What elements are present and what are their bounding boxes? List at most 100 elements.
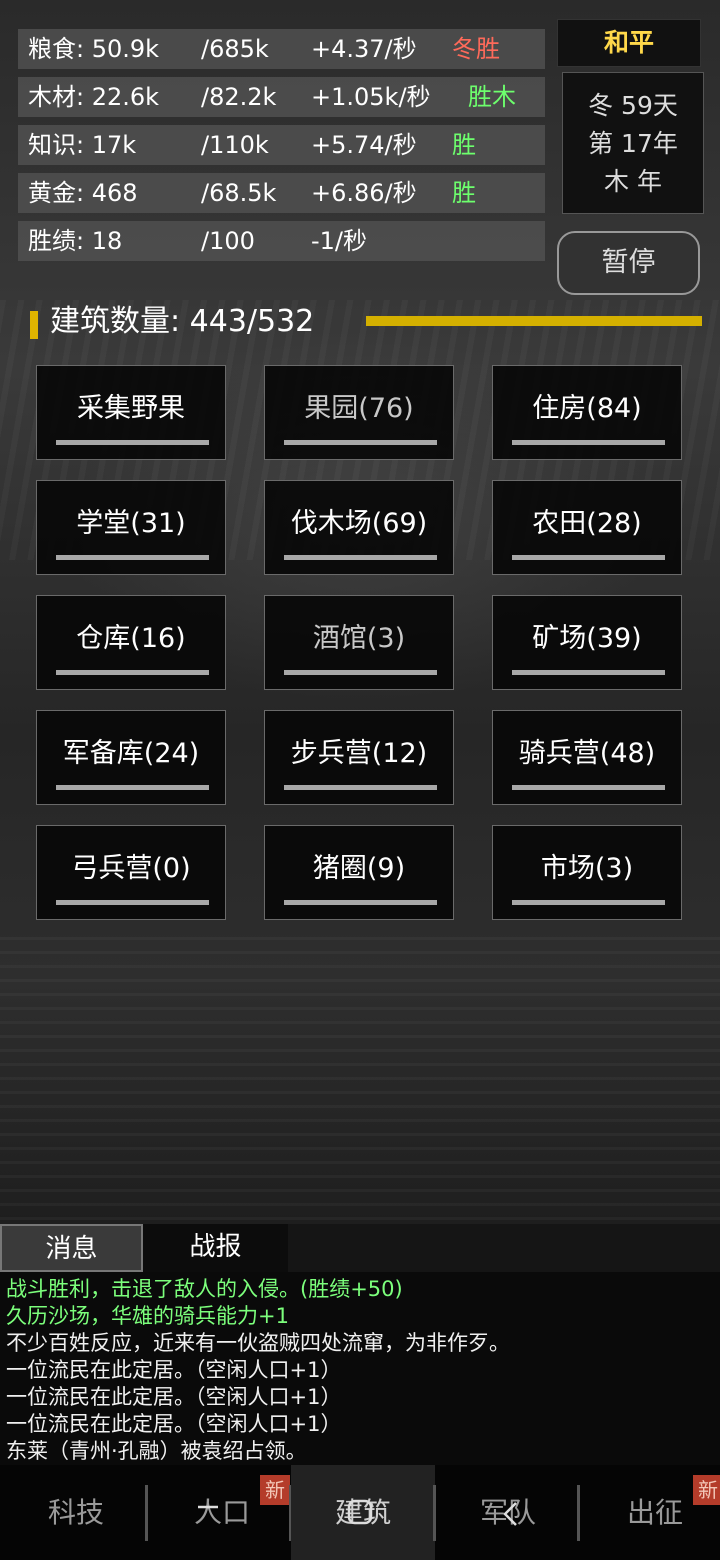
building-button[interactable]: 住房(84) <box>492 365 682 460</box>
building-progress-bar <box>56 670 209 675</box>
log-line: 不少百姓反应，近来有一伙盗贼四处流窜，为非作歹。 <box>6 1331 510 1355</box>
resource-max: /82.2k <box>201 83 277 111</box>
building-progress-bar <box>512 555 665 560</box>
building-progress-bar <box>56 440 209 445</box>
log-line: 战斗胜利，击退了敌人的入侵。(胜绩+50) <box>6 1277 403 1301</box>
resource-rate: +6.86/秒 <box>311 179 417 207</box>
message-log[interactable]: 战斗胜利，击退了敌人的入侵。(胜绩+50) 久历沙场，华雄的骑兵能力+1 不少百… <box>0 1272 720 1465</box>
new-badge: 新 <box>693 1475 720 1505</box>
resource-row-food: 粮食: 50.9k /685k +4.37/秒 冬胜 <box>18 29 545 69</box>
resource-max: /68.5k <box>201 179 277 207</box>
new-badge: 新 <box>260 1475 290 1505</box>
building-count-label: 建筑数量: 443/532 <box>50 304 315 339</box>
resource-rate: +5.74/秒 <box>311 131 417 159</box>
nav-divider <box>577 1485 580 1541</box>
building-count-bar <box>366 316 702 326</box>
building-label: 伐木场(69) <box>290 508 428 539</box>
building-progress-bar <box>56 555 209 560</box>
building-button[interactable]: 军备库(24) <box>36 710 226 805</box>
building-progress-bar <box>56 900 209 905</box>
building-label: 猪圈(9) <box>312 853 406 884</box>
background-water-texture <box>0 930 720 1220</box>
building-progress-bar <box>56 785 209 790</box>
building-progress-bar <box>512 670 665 675</box>
nav-divider <box>145 1485 148 1541</box>
recents-icon[interactable] <box>196 1492 220 1527</box>
building-label: 果园(76) <box>304 393 414 424</box>
nav-campaign[interactable]: 出征新 <box>583 1465 720 1560</box>
date-element-year: 木 年 <box>604 167 662 196</box>
log-line: 一位流民在此定居。（空闲人口+1） <box>6 1358 342 1382</box>
tab-messages[interactable]: 消息 <box>0 1224 143 1272</box>
building-label: 酒馆(3) <box>312 623 406 654</box>
pause-button[interactable]: 暂停 <box>557 231 700 295</box>
building-label: 采集野果 <box>77 393 185 424</box>
building-button[interactable]: 农田(28) <box>492 480 682 575</box>
building-progress-bar <box>512 900 665 905</box>
resource-tag: 冬胜 <box>452 35 500 63</box>
resource-rate: -1/秒 <box>311 227 368 255</box>
building-button[interactable]: 酒馆(3) <box>264 595 454 690</box>
date-box: 冬 59天 第 17年 木 年 <box>562 72 704 214</box>
peace-status: 和平 <box>557 19 701 67</box>
resource-rate: +1.05k/秒 <box>311 83 431 111</box>
log-line: 东莱（青州·孔融）被袁绍占领。 <box>6 1439 307 1463</box>
back-icon[interactable] <box>500 1500 522 1536</box>
building-label: 住房(84) <box>532 393 642 424</box>
building-progress-bar <box>284 555 437 560</box>
nav-tech[interactable]: 科技 <box>4 1465 148 1560</box>
log-line: 久历沙场，华雄的骑兵能力+1 <box>6 1304 289 1328</box>
building-label: 农田(28) <box>532 508 642 539</box>
building-button[interactable]: 猪圈(9) <box>264 825 454 920</box>
nav-tech-label: 科技 <box>47 1496 104 1529</box>
date-year: 第 17年 <box>588 129 678 158</box>
building-button[interactable]: 仓库(16) <box>36 595 226 690</box>
building-button[interactable]: 市场(3) <box>492 825 682 920</box>
building-label: 市场(3) <box>540 853 634 884</box>
resource-row-merit: 胜绩: 18 /100 -1/秒 <box>18 221 545 261</box>
building-button[interactable]: 伐木场(69) <box>264 480 454 575</box>
tab-battle-report[interactable]: 战报 <box>143 1224 288 1272</box>
building-label: 骑兵营(48) <box>518 738 656 769</box>
building-button[interactable]: 弓兵营(0) <box>36 825 226 920</box>
building-button[interactable]: 采集野果 <box>36 365 226 460</box>
log-line: 一位流民在此定居。（空闲人口+1） <box>6 1385 342 1409</box>
resource-tag: 胜 <box>452 131 476 159</box>
resource-tag: 胜木 <box>468 83 516 111</box>
building-label: 仓库(16) <box>76 623 186 654</box>
building-button[interactable]: 果园(76) <box>264 365 454 460</box>
resource-row-wood: 木材: 22.6k /82.2k +1.05k/秒 胜木 <box>18 77 545 117</box>
building-button[interactable]: 骑兵营(48) <box>492 710 682 805</box>
building-label: 步兵营(12) <box>290 738 428 769</box>
building-progress-bar <box>284 670 437 675</box>
resource-rate: +4.37/秒 <box>311 35 417 63</box>
resource-tag: 胜 <box>452 179 476 207</box>
section-marker <box>30 311 38 339</box>
resource-name: 知识: 17k <box>28 131 137 159</box>
building-progress-bar <box>284 440 437 445</box>
log-line: 一位流民在此定居。（空闲人口+1） <box>6 1412 342 1436</box>
building-button[interactable]: 步兵营(12) <box>264 710 454 805</box>
resource-name: 粮食: 50.9k <box>28 35 160 63</box>
building-progress-bar <box>512 440 665 445</box>
resource-max: /100 <box>201 227 255 255</box>
resource-name: 黄金: 468 <box>28 179 138 207</box>
building-button[interactable]: 学堂(31) <box>36 480 226 575</box>
message-tabs: 消息 战报 <box>0 1224 720 1272</box>
building-label: 军备库(24) <box>62 738 200 769</box>
resource-name: 木材: 22.6k <box>28 83 160 111</box>
building-progress-bar <box>284 785 437 790</box>
building-label: 学堂(31) <box>76 508 186 539</box>
resource-max: /685k <box>201 35 269 63</box>
resource-row-knowledge: 知识: 17k /110k +5.74/秒 胜 <box>18 125 545 165</box>
building-label: 弓兵营(0) <box>71 853 191 884</box>
building-progress-bar <box>512 785 665 790</box>
resource-row-gold: 黄金: 468 /68.5k +6.86/秒 胜 <box>18 173 545 213</box>
building-button[interactable]: 矿场(39) <box>492 595 682 690</box>
nav-population[interactable]: 人口新 <box>150 1465 294 1560</box>
home-icon[interactable] <box>346 1498 374 1534</box>
building-label: 矿场(39) <box>532 623 642 654</box>
resource-max: /110k <box>201 131 269 159</box>
date-season-day: 冬 59天 <box>588 91 678 120</box>
nav-campaign-label: 出征 <box>626 1496 683 1529</box>
